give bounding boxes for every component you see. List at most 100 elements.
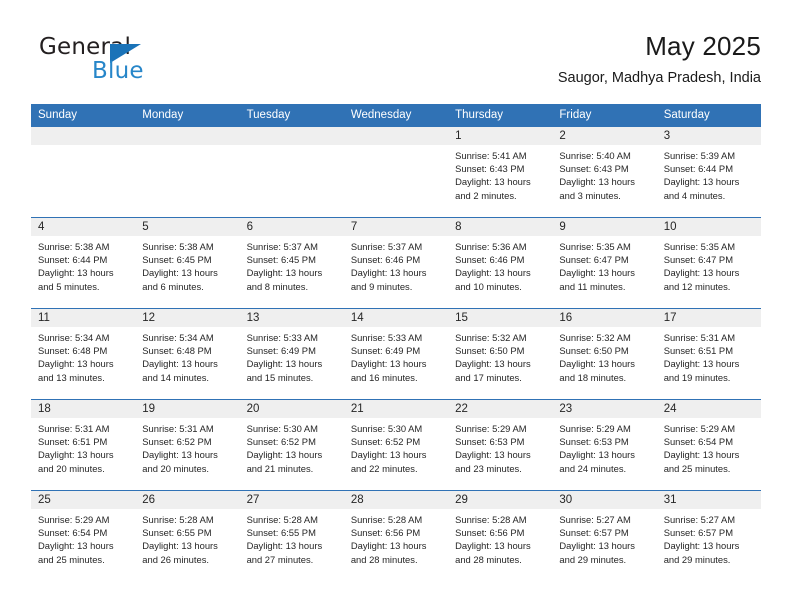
calendar-day-cell[interactable]: 27 Sunrise: 5:28 AM Sunset: 6:55 PM Dayligh… [239,490,344,581]
day-cell-inner: 13 Sunrise: 5:33 AM Sunset: 6:49 PM Dayligh… [239,309,344,399]
calendar-day-cell[interactable]: 28 Sunrise: 5:28 AM Sunset: 6:56 PM Dayligh… [343,490,449,581]
day-cell-inner: 14 Sunrise: 5:33 AM Sunset: 6:49 PM Dayligh… [343,309,449,399]
daylight-text-line1: Daylight: 13 hours [246,449,323,461]
sunrise-text: Sunrise: 5:29 AM [455,423,527,434]
calendar-day-cell[interactable]: 12 Sunrise: 5:34 AM Sunset: 6:48 PM Dayligh… [135,308,240,400]
day-sun-info: Sunrise: 5:31 AM Sunset: 6:51 PM Daylight:… [657,327,761,384]
calendar-day-cell[interactable]: 15 Sunrise: 5:32 AM Sunset: 6:50 PM Dayligh… [448,308,553,400]
calendar-day-cell[interactable]: 24 Sunrise: 5:29 AM Sunset: 6:54 PM Dayligh… [656,399,761,491]
sunrise-text: Sunrise: 5:37 AM [350,241,423,252]
day-number: 3 [656,127,761,145]
calendar-day-cell[interactable]: 31 Sunrise: 5:27 AM Sunset: 6:57 PM Dayligh… [656,490,761,581]
calendar-day-cell[interactable]: 13 Sunrise: 5:33 AM Sunset: 6:49 PM Dayligh… [239,308,344,400]
sunrise-text: Sunrise: 5:30 AM [246,423,318,434]
day-number: 11 [31,309,136,327]
calendar-day-cell[interactable]: 17 Sunrise: 5:31 AM Sunset: 6:51 PM Dayligh… [656,308,761,400]
calendar-day-cell[interactable]: 10 Sunrise: 5:35 AM Sunset: 6:47 PM Dayligh… [656,217,761,309]
sunrise-text: Sunrise: 5:28 AM [246,514,318,525]
day-cell-inner: 3 Sunrise: 5:39 AM Sunset: 6:44 PM Daylight… [656,127,761,217]
sunset-text: Sunset: 6:53 PM [455,436,525,448]
calendar-day-cell[interactable]: 26 Sunrise: 5:28 AM Sunset: 6:55 PM Dayligh… [135,490,240,581]
day-sun-info: Sunrise: 5:34 AM Sunset: 6:48 PM Daylight:… [31,327,135,384]
daylight-text-line2: and 28 minutes. [350,553,418,565]
sunrise-text: Sunrise: 5:37 AM [246,241,318,252]
sunrise-text: Sunrise: 5:28 AM [455,514,527,525]
calendar-day-cell[interactable]: 18 Sunrise: 5:31 AM Sunset: 6:51 PM Dayligh… [31,399,136,491]
calendar-day-cell[interactable]: 2 Sunrise: 5:40 AM Sunset: 6:43 PM Daylight… [552,127,657,218]
day-cell-inner [135,127,240,217]
calendar-day-cell[interactable]: 29 Sunrise: 5:28 AM Sunset: 6:56 PM Dayligh… [448,490,553,581]
day-number: 18 [31,400,136,418]
day-cell-inner: 1 Sunrise: 5:41 AM Sunset: 6:43 PM Daylight… [448,127,553,217]
calendar-day-cell[interactable]: 14 Sunrise: 5:33 AM Sunset: 6:49 PM Dayligh… [343,308,449,400]
calendar-day-cell[interactable]: 5 Sunrise: 5:38 AM Sunset: 6:45 PM Daylight… [135,217,240,309]
calendar-day-cell[interactable]: 16 Sunrise: 5:32 AM Sunset: 6:50 PM Dayligh… [552,308,657,400]
general-blue-logo[interactable]: General Blue [31,34,231,90]
daylight-text-line2: and 12 minutes. [663,280,731,292]
daylight-text-line1: Daylight: 13 hours [559,358,635,370]
calendar-day-cell[interactable]: 21 Sunrise: 5:30 AM Sunset: 6:52 PM Dayligh… [343,399,449,491]
weekday-header-wednesday: Wednesday [343,104,449,127]
day-number: 6 [239,218,344,236]
sunrise-text: Sunrise: 5:27 AM [663,514,736,525]
calendar-day-cell[interactable]: 7 Sunrise: 5:37 AM Sunset: 6:46 PM Daylight… [343,217,449,309]
sunset-text: Sunset: 6:53 PM [559,436,629,448]
page-subtitle: Saugor, Madhya Pradesh, India [557,70,761,86]
calendar-week-row: 4 Sunrise: 5:38 AM Sunset: 6:44 PM Daylight… [31,217,761,309]
calendar-day-cell[interactable]: 25 Sunrise: 5:29 AM Sunset: 6:54 PM Dayligh… [31,490,136,581]
day-sun-info: Sunrise: 5:41 AM Sunset: 6:43 PM Daylight:… [448,145,552,202]
calendar-cell-empty [135,127,240,218]
calendar-day-cell[interactable]: 11 Sunrise: 5:34 AM Sunset: 6:48 PM Dayligh… [31,308,136,400]
daylight-text-line1: Daylight: 13 hours [142,358,218,370]
calendar-day-cell[interactable]: 22 Sunrise: 5:29 AM Sunset: 6:53 PM Dayligh… [448,399,553,491]
sunset-text: Sunset: 6:52 PM [350,436,421,448]
day-number [343,127,449,145]
sunrise-text: Sunrise: 5:35 AM [663,241,736,252]
daylight-text-line1: Daylight: 13 hours [38,358,114,370]
day-sun-info: Sunrise: 5:34 AM Sunset: 6:48 PM Daylight:… [135,327,239,384]
sunrise-text: Sunrise: 5:39 AM [663,150,736,161]
daylight-text-line2: and 21 minutes. [246,462,314,474]
sunrise-text: Sunrise: 5:31 AM [142,423,214,434]
daylight-text-line1: Daylight: 13 hours [455,176,531,188]
daylight-text-line2: and 13 minutes. [38,371,105,383]
day-number: 30 [552,491,657,509]
day-cell-inner: 11 Sunrise: 5:34 AM Sunset: 6:48 PM Dayligh… [31,309,136,399]
calendar-week-row: 1 Sunrise: 5:41 AM Sunset: 6:43 PM Daylight… [31,127,761,218]
day-number: 1 [448,127,553,145]
calendar-day-cell[interactable]: 8 Sunrise: 5:36 AM Sunset: 6:46 PM Daylight… [448,217,553,309]
calendar-day-cell[interactable]: 9 Sunrise: 5:35 AM Sunset: 6:47 PM Daylight… [552,217,657,309]
day-number: 5 [135,218,240,236]
day-number: 20 [239,400,344,418]
calendar-day-cell[interactable]: 30 Sunrise: 5:27 AM Sunset: 6:57 PM Dayligh… [552,490,657,581]
calendar-day-cell[interactable]: 3 Sunrise: 5:39 AM Sunset: 6:44 PM Daylight… [656,127,761,218]
day-number: 25 [31,491,136,509]
daylight-text-line2: and 6 minutes. [142,280,204,292]
calendar-day-cell[interactable]: 1 Sunrise: 5:41 AM Sunset: 6:43 PM Daylight… [448,127,553,218]
sunset-text: Sunset: 6:47 PM [559,254,629,266]
daylight-text-line1: Daylight: 13 hours [350,540,427,552]
sunset-text: Sunset: 6:52 PM [142,436,212,448]
daylight-text-line1: Daylight: 13 hours [350,267,427,279]
sunrise-text: Sunrise: 5:38 AM [38,241,110,252]
sunrise-text: Sunrise: 5:33 AM [246,332,318,343]
day-number: 9 [552,218,657,236]
sunrise-text: Sunrise: 5:31 AM [38,423,110,434]
sunset-text: Sunset: 6:50 PM [559,345,629,357]
sunset-text: Sunset: 6:44 PM [38,254,108,266]
daylight-text-line2: and 14 minutes. [142,371,209,383]
weekday-header-friday: Friday [552,104,657,127]
day-cell-inner: 12 Sunrise: 5:34 AM Sunset: 6:48 PM Dayligh… [135,309,240,399]
calendar-day-cell[interactable]: 4 Sunrise: 5:38 AM Sunset: 6:44 PM Daylight… [31,217,136,309]
day-sun-info: Sunrise: 5:32 AM Sunset: 6:50 PM Daylight:… [448,327,552,384]
day-cell-inner: 2 Sunrise: 5:40 AM Sunset: 6:43 PM Daylight… [552,127,657,217]
sunset-text: Sunset: 6:48 PM [38,345,108,357]
day-number [31,127,136,145]
calendar-day-cell[interactable]: 6 Sunrise: 5:37 AM Sunset: 6:45 PM Daylight… [239,217,344,309]
calendar-day-cell[interactable]: 19 Sunrise: 5:31 AM Sunset: 6:52 PM Dayligh… [135,399,240,491]
daylight-text-line2: and 10 minutes. [455,280,522,292]
calendar-day-cell[interactable]: 20 Sunrise: 5:30 AM Sunset: 6:52 PM Dayligh… [239,399,344,491]
weekday-header-saturday: Saturday [656,104,761,127]
sunrise-text: Sunrise: 5:36 AM [455,241,527,252]
calendar-day-cell[interactable]: 23 Sunrise: 5:29 AM Sunset: 6:53 PM Dayligh… [552,399,657,491]
